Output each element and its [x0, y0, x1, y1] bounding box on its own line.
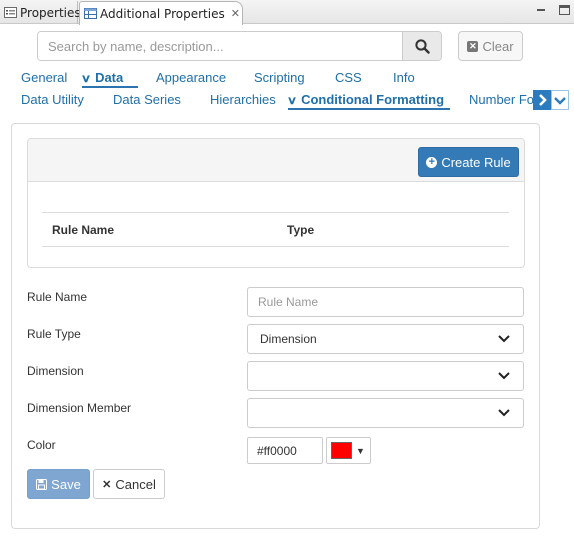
times-icon: ✕: [102, 478, 112, 491]
tab-properties-label: Properties: [20, 5, 81, 20]
chevron-right-icon: [538, 94, 547, 106]
column-header-rule-name: Rule Name: [52, 223, 115, 237]
tab-data-utility[interactable]: Data Utility: [21, 90, 84, 110]
clear-icon: ✕: [467, 40, 479, 52]
search-button[interactable]: [402, 32, 441, 60]
tab-number-format[interactable]: Number For: [469, 90, 533, 110]
column-header-type: Type: [287, 223, 315, 237]
properties-icon: [4, 7, 17, 18]
clear-label: Clear: [482, 38, 514, 54]
rules-table: Rule Name Type: [42, 212, 509, 247]
minimize-icon[interactable]: [535, 4, 547, 16]
tab-number-format-label: Number For: [469, 92, 533, 107]
conditional-formatting-panel: + Create Rule Rule Name Type Rule Name R…: [11, 123, 540, 529]
dimension-label: Dimension: [27, 364, 84, 378]
cancel-button[interactable]: ✕ Cancel: [93, 469, 165, 499]
rule-type-value: Dimension: [260, 332, 317, 346]
clear-button[interactable]: ✕ Clear: [458, 31, 523, 61]
tab-css[interactable]: CSS: [335, 68, 362, 88]
color-picker-button[interactable]: ▼: [326, 437, 371, 464]
tab-data-label: Data: [95, 70, 124, 85]
tab-additional-properties[interactable]: Additional Properties ✕: [79, 1, 243, 25]
tabs-scroll-right-button[interactable]: [533, 90, 551, 110]
tab-css-label: CSS: [335, 70, 362, 85]
tab-properties[interactable]: Properties: [0, 1, 81, 24]
tab-data-series-label: Data Series: [113, 92, 181, 107]
chevron-down-icon: [554, 96, 566, 105]
chevron-down-icon: [498, 372, 510, 380]
tab-data-series[interactable]: Data Series: [113, 90, 181, 110]
dimension-member-select[interactable]: [247, 398, 524, 428]
search-icon: [414, 38, 430, 54]
tab-data[interactable]: ∨ Data: [80, 68, 138, 88]
plus-circle-icon: +: [426, 156, 438, 168]
table-icon: [84, 8, 97, 19]
tab-info[interactable]: Info: [393, 68, 415, 88]
rule-name-input[interactable]: [247, 287, 524, 317]
create-rule-label: Create Rule: [441, 154, 511, 170]
tab-additional-properties-label: Additional Properties: [100, 6, 225, 21]
caret-down-icon: ▼: [356, 445, 365, 456]
search-input[interactable]: [38, 32, 402, 60]
chevron-down-icon: ∨: [286, 95, 298, 107]
maximize-icon[interactable]: [559, 5, 570, 15]
chevron-down-icon: ∨: [80, 73, 92, 85]
tab-appearance[interactable]: Appearance: [156, 68, 226, 88]
chevron-down-icon: [498, 335, 510, 343]
color-hex-input[interactable]: [247, 437, 323, 464]
close-icon[interactable]: ✕: [231, 7, 240, 20]
rules-list: + Create Rule Rule Name Type: [27, 138, 525, 268]
save-label: Save: [51, 476, 81, 492]
tab-info-label: Info: [393, 70, 415, 85]
dimension-member-label: Dimension Member: [27, 401, 132, 415]
tabs-more-button[interactable]: [551, 90, 569, 110]
floppy-disk-icon: [36, 478, 48, 490]
rule-name-label: Rule Name: [27, 290, 88, 304]
tab-scripting-label: Scripting: [254, 70, 305, 85]
create-rule-button[interactable]: + Create Rule: [418, 147, 519, 177]
dimension-select[interactable]: [247, 361, 524, 391]
rule-type-select[interactable]: Dimension: [247, 324, 524, 354]
tab-hierarchies[interactable]: Hierarchies: [210, 90, 276, 110]
tab-conditional-formatting-label: Conditional Formatting: [301, 92, 445, 107]
tab-general-label: General: [21, 70, 68, 85]
rule-type-label: Rule Type: [27, 327, 81, 341]
tab-scripting[interactable]: Scripting: [254, 68, 305, 88]
color-label: Color: [27, 438, 56, 452]
color-swatch: [331, 442, 352, 459]
chevron-down-icon: [498, 409, 510, 417]
tab-hierarchies-label: Hierarchies: [210, 92, 276, 107]
tab-appearance-label: Appearance: [156, 70, 227, 85]
tab-general[interactable]: General: [21, 68, 67, 88]
view-tab-bar: Properties Additional Properties ✕: [0, 0, 574, 25]
tab-data-utility-label: Data Utility: [21, 92, 84, 107]
search-box: [37, 31, 442, 61]
tab-conditional-formatting[interactable]: ∨ Conditional Formatting: [286, 90, 450, 110]
rules-header: + Create Rule: [28, 139, 524, 182]
save-button[interactable]: Save: [27, 469, 90, 499]
cancel-label: Cancel: [115, 476, 156, 492]
